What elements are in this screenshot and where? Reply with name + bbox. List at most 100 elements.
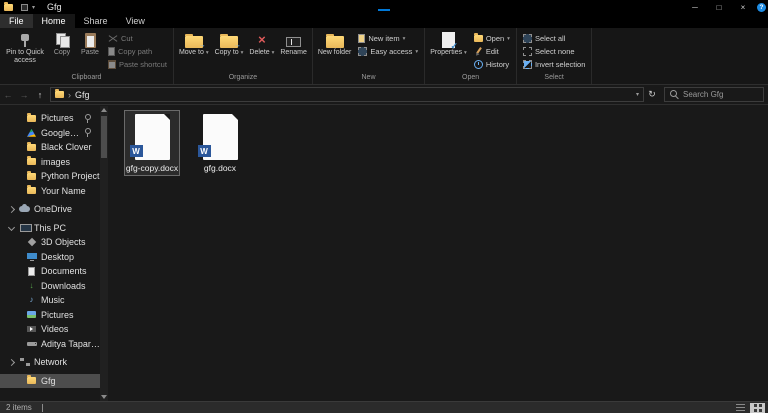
sidebar-item-label: Black Clover	[41, 142, 92, 153]
back-button[interactable]: ←	[0, 90, 16, 100]
dropdown-icon: ▾	[464, 50, 467, 56]
up-button[interactable]: ↑	[32, 90, 48, 100]
file-gfg-copy-docx[interactable]: W gfg-copy.docx	[124, 110, 180, 176]
easy-access-icon	[358, 47, 368, 56]
copy-button[interactable]: Copy	[49, 30, 75, 73]
paste-label: Paste	[81, 49, 99, 56]
dropdown-icon: ▾	[205, 50, 209, 56]
thumbnail-view-button[interactable]	[750, 402, 765, 413]
sidebar-item-videos[interactable]: Videos	[0, 322, 100, 337]
sidebar-item-your-name[interactable]: Your Name	[0, 184, 100, 199]
select-all-button[interactable]: Select all	[520, 33, 588, 44]
sidebar-item-c-drive[interactable]: Aditya Taparia (C:)	[0, 337, 100, 352]
sidebar-item-images[interactable]: images	[0, 155, 100, 170]
tab-home[interactable]: Home	[32, 14, 75, 28]
open-button[interactable]: Open ▾	[471, 33, 513, 44]
ribbon-group-organize: → Move to ▾ → Copy to ▾ × Delete ▾ Renam…	[174, 28, 313, 84]
sidebar-item-gfg[interactable]: Gfg	[0, 373, 100, 388]
ribbon-group-open: ✓ Properties ▾ Open ▾ Edit History Open	[425, 28, 517, 84]
tab-share[interactable]: Share	[75, 14, 117, 28]
pin-label: Pin to Quick access	[6, 49, 44, 65]
file-name: gfg.docx	[203, 163, 237, 173]
page-icon	[108, 47, 115, 56]
sidebar-item-pictures[interactable]: Pictures	[0, 111, 100, 126]
new-item-button[interactable]: New item ▾	[355, 33, 421, 44]
chevron-right-icon[interactable]	[7, 358, 16, 366]
edit-button[interactable]: Edit	[471, 46, 513, 57]
sidebar-item-label: Videos	[41, 324, 69, 335]
copy-path-label: Copy path	[118, 47, 153, 56]
help-icon[interactable]: ?	[757, 2, 766, 12]
videos-icon	[27, 326, 36, 333]
scissors-icon	[108, 34, 118, 43]
properties-button[interactable]: ✓ Properties ▾	[428, 30, 469, 73]
sidebar-item-this-pc[interactable]: This PC	[0, 221, 100, 236]
scrollbar-thumb[interactable]	[101, 116, 107, 158]
scroll-up-icon[interactable]	[100, 106, 108, 114]
new-folder-icon	[325, 33, 344, 48]
check-icon: ✓	[450, 40, 458, 51]
delete-button[interactable]: × Delete ▾	[247, 30, 276, 73]
close-button[interactable]: ×	[731, 0, 755, 14]
details-view-button[interactable]	[733, 403, 748, 413]
pin-to-quick-access-button[interactable]: Pin to Quick access	[3, 30, 47, 73]
sidebar-item-downloads[interactable]: ↓ Downloads	[0, 279, 100, 294]
qat-dropdown-icon[interactable]: ▾	[32, 4, 35, 11]
chevron-right-icon[interactable]	[7, 205, 16, 213]
tab-file[interactable]: File	[0, 14, 33, 28]
easy-access-button[interactable]: Easy access ▾	[355, 46, 421, 57]
sidebar-item-pictures-pc[interactable]: Pictures	[0, 308, 100, 323]
body: Pictures Google Drive Black Clover image…	[0, 106, 768, 401]
view-buttons	[733, 402, 768, 413]
sidebar-scrollbar[interactable]	[100, 106, 108, 401]
breadcrumb-folder[interactable]: Gfg	[75, 90, 90, 100]
sidebar-item-python-project[interactable]: Python Project	[0, 169, 100, 184]
copy-icon	[55, 32, 70, 48]
copy-path-button[interactable]: Copy path	[105, 46, 170, 57]
rename-icon	[286, 37, 302, 47]
invert-selection-button[interactable]: Invert selection	[520, 59, 588, 70]
history-button[interactable]: History	[471, 59, 513, 70]
tab-view[interactable]: View	[117, 14, 154, 28]
new-folder-button[interactable]: New folder	[316, 30, 353, 73]
sidebar-item-label: This PC	[34, 222, 67, 233]
search-box[interactable]	[664, 87, 764, 102]
refresh-icon[interactable]: ↻	[644, 89, 660, 100]
status-bar: 2 items	[0, 401, 768, 413]
scroll-down-icon[interactable]	[100, 393, 108, 401]
sidebar-item-music[interactable]: ♪ Music	[0, 293, 100, 308]
select-none-label: Select none	[534, 47, 575, 56]
sidebar-item-network[interactable]: Network	[0, 355, 100, 370]
sidebar-item-desktop[interactable]: Desktop	[0, 250, 100, 265]
search-input[interactable]	[683, 90, 758, 99]
cut-button[interactable]: Cut	[105, 33, 170, 44]
sidebar-item-documents[interactable]: Documents	[0, 264, 100, 279]
ribbon-group-new: New folder New item ▾ Easy access ▾ New	[313, 28, 426, 84]
select-none-button[interactable]: Select none	[520, 46, 588, 57]
sidebar-item-google-drive[interactable]: Google Drive	[0, 126, 100, 141]
address-dropdown-icon[interactable]: ▾	[636, 91, 639, 98]
forward-button[interactable]: →	[16, 90, 32, 100]
sidebar-item-black-clover[interactable]: Black Clover	[0, 140, 100, 155]
minimize-button[interactable]: ─	[683, 0, 707, 14]
maximize-button[interactable]: □	[707, 0, 731, 14]
sidebar-item-onedrive[interactable]: OneDrive	[0, 202, 100, 217]
paste-shortcut-button[interactable]: Paste shortcut	[105, 59, 170, 70]
sidebar-item-3d-objects[interactable]: 3D Objects	[0, 235, 100, 250]
folder-icon	[27, 375, 36, 385]
sidebar-item-label: Desktop	[41, 251, 75, 262]
quick-access-toolbar-icon[interactable]	[21, 3, 28, 11]
paste-icon	[84, 32, 97, 48]
chevron-down-icon[interactable]	[7, 224, 16, 232]
sidebar-item-label: Network	[34, 357, 68, 368]
explorer-icon	[4, 1, 13, 11]
sidebar-item-label: OneDrive	[34, 204, 73, 215]
move-to-button[interactable]: → Move to ▾	[177, 30, 211, 73]
copy-to-button[interactable]: → Copy to ▾	[213, 30, 246, 73]
dropdown-icon: ▾	[240, 50, 244, 56]
word-logo-badge: W	[129, 145, 143, 157]
paste-button[interactable]: Paste	[77, 30, 103, 73]
address-breadcrumb[interactable]: › Gfg ▾	[50, 87, 644, 102]
rename-button[interactable]: Rename	[278, 30, 308, 73]
file-gfg-docx[interactable]: W gfg.docx	[192, 110, 248, 176]
